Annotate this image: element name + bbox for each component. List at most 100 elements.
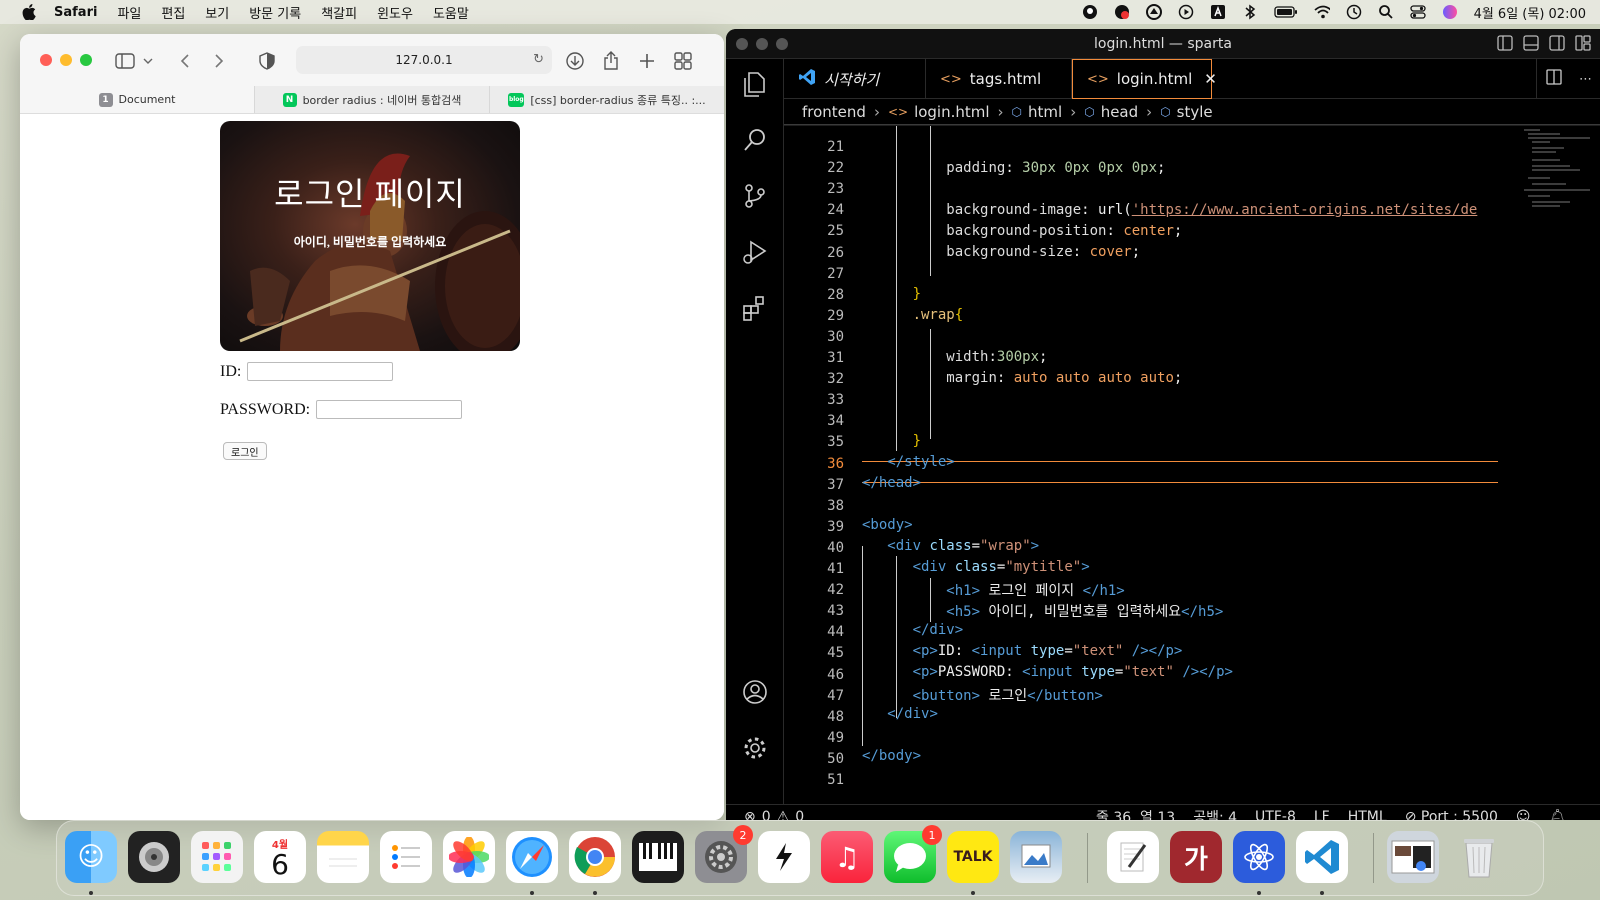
problems-indicator[interactable]: ⊗ 0 ⚠ 0 xyxy=(744,809,804,821)
cursor-position[interactable]: 줄 36, 열 13 xyxy=(1096,807,1175,821)
recent-window-thumbnail-icon[interactable] xyxy=(1387,831,1439,883)
play-icon[interactable] xyxy=(1178,4,1194,20)
kakaotalk-icon[interactable]: TALK xyxy=(947,831,999,895)
breadcrumb-style[interactable]: style xyxy=(1177,103,1213,121)
tab-login-html[interactable]: <> login.html ✕ xyxy=(1072,59,1217,99)
tab-tags-html[interactable]: <> tags.html xyxy=(926,59,1072,99)
menu-help[interactable]: 도움말 xyxy=(433,3,469,22)
menu-file[interactable]: 파일 xyxy=(117,3,141,22)
more-actions-icon[interactable]: ⋯ xyxy=(1579,72,1592,87)
safari-tab-document[interactable]: 1 Document xyxy=(20,86,255,113)
zoom-window-button[interactable] xyxy=(80,54,92,66)
forward-icon[interactable] xyxy=(208,50,230,72)
preview-icon[interactable] xyxy=(1010,831,1062,883)
hangul-ime-icon[interactable]: 가 xyxy=(1170,831,1222,883)
atom-app-icon[interactable] xyxy=(1233,831,1285,895)
music-icon[interactable]: ♫ xyxy=(821,831,873,883)
close-tab-icon[interactable]: ✕ xyxy=(1204,70,1217,88)
notes-icon[interactable] xyxy=(317,831,369,883)
chevron-down-icon[interactable] xyxy=(142,50,154,72)
apple-icon[interactable] xyxy=(20,3,38,21)
close-window-button[interactable] xyxy=(40,54,52,66)
safari-icon[interactable] xyxy=(506,831,558,895)
menu-bookmarks[interactable]: 책갈피 xyxy=(321,3,357,22)
extensions-icon[interactable] xyxy=(738,291,772,325)
new-tab-icon[interactable] xyxy=(636,50,658,72)
spotlight-search-icon[interactable] xyxy=(1378,4,1394,20)
bluetooth-icon[interactable] xyxy=(1242,4,1258,20)
time-machine-icon[interactable] xyxy=(1346,4,1362,20)
safari-tab-naver[interactable]: N border radius : 네이버 통합검색 xyxy=(255,86,490,113)
language-mode[interactable]: HTML xyxy=(1348,809,1387,821)
share-icon[interactable] xyxy=(600,50,622,72)
address-bar[interactable]: 127.0.0.1 ↻ xyxy=(296,46,552,74)
siri-icon[interactable] xyxy=(1442,4,1458,20)
menu-edit[interactable]: 편집 xyxy=(161,3,185,22)
toggle-sidebar-icon[interactable] xyxy=(1496,34,1514,56)
explorer-icon[interactable] xyxy=(738,67,772,101)
control-center-icon[interactable] xyxy=(1409,4,1426,20)
breadcrumb-html[interactable]: html xyxy=(1028,103,1062,121)
trash-icon[interactable] xyxy=(1453,831,1505,883)
source-control-icon[interactable] xyxy=(738,179,772,213)
launchpad-icon[interactable] xyxy=(191,831,243,883)
search-icon[interactable] xyxy=(738,123,772,157)
tab-overview-icon[interactable] xyxy=(672,50,694,72)
customize-layout-icon[interactable] xyxy=(1574,34,1592,56)
messages-icon[interactable]: 1 xyxy=(884,825,942,883)
notifications-bell-icon[interactable]: 🔔︎ xyxy=(1548,809,1566,821)
reload-icon[interactable]: ↻ xyxy=(533,52,544,67)
menu-app-name[interactable]: Safari xyxy=(54,5,97,20)
toggle-secondary-sidebar-icon[interactable] xyxy=(1548,34,1566,56)
shortcut-app-icon[interactable] xyxy=(758,831,810,883)
code-editor[interactable]: 21 22 23 24 25 26 27 28 29 30 31 32 33 34 35 36 37 38 39 40… xyxy=(784,126,1600,806)
menu-view[interactable]: 보기 xyxy=(205,3,229,22)
indentation[interactable]: 공백: 4 xyxy=(1193,807,1237,821)
sidebar-toggle-icon[interactable] xyxy=(114,50,136,72)
menu-window[interactable]: 윈도우 xyxy=(377,3,413,22)
menubar-clock[interactable]: 4월 6일 (목) 02:00 xyxy=(1474,3,1586,22)
tab-welcome[interactable]: 시작하기 xyxy=(784,59,926,99)
vpn-icon[interactable] xyxy=(1145,4,1162,20)
menu-history[interactable]: 방문 기록 xyxy=(249,3,301,22)
photos-icon[interactable] xyxy=(443,831,495,883)
minimize-window-button[interactable] xyxy=(60,54,72,66)
encoding[interactable]: UTF-8 xyxy=(1255,809,1296,821)
reminders-icon[interactable] xyxy=(380,831,432,883)
minimap[interactable] xyxy=(1520,126,1600,226)
settings-gear-icon[interactable] xyxy=(738,731,772,765)
live-server-port[interactable]: ⊘ Port : 5500 xyxy=(1405,809,1498,821)
github-icon[interactable] xyxy=(1082,4,1098,20)
battery-icon[interactable] xyxy=(1273,4,1298,20)
calendar-icon[interactable]: 4월 6 xyxy=(254,831,306,883)
back-icon[interactable] xyxy=(174,50,196,72)
finder-icon[interactable]: ☺ xyxy=(65,831,117,895)
breadcrumb-head[interactable]: head xyxy=(1101,103,1138,121)
breadcrumb-folder[interactable]: frontend xyxy=(802,103,866,121)
run-debug-icon[interactable] xyxy=(738,235,772,269)
safari-tab-blog[interactable]: blog [css] border-radius 종류 특징.. :... xyxy=(490,86,724,113)
piano-app-icon[interactable] xyxy=(632,831,684,883)
toggle-panel-icon[interactable] xyxy=(1522,34,1540,56)
privacy-shield-icon[interactable] xyxy=(256,50,278,72)
zoom-window-button[interactable] xyxy=(776,38,788,50)
download-icon[interactable] xyxy=(564,50,586,72)
system-settings-icon[interactable]: 2 xyxy=(695,825,753,883)
input-source-icon[interactable] xyxy=(1210,4,1226,20)
id-input[interactable] xyxy=(247,362,394,381)
feedback-icon[interactable]: ☺ xyxy=(1516,809,1531,821)
login-button[interactable]: 로그인 xyxy=(223,442,267,460)
vscode-icon[interactable] xyxy=(1296,831,1348,895)
breadcrumb-file[interactable]: login.html xyxy=(914,103,989,121)
password-input[interactable] xyxy=(316,400,463,419)
accounts-icon[interactable] xyxy=(738,675,772,709)
split-editor-icon[interactable] xyxy=(1545,68,1563,90)
minimize-window-button[interactable] xyxy=(756,38,768,50)
close-window-button[interactable] xyxy=(736,38,748,50)
wifi-icon[interactable] xyxy=(1313,4,1330,20)
textedit-icon[interactable] xyxy=(1107,831,1159,883)
end-of-line[interactable]: LF xyxy=(1314,809,1330,821)
record-icon[interactable] xyxy=(1114,4,1130,20)
system-information-icon[interactable] xyxy=(128,831,180,883)
chrome-icon[interactable] xyxy=(569,831,621,895)
